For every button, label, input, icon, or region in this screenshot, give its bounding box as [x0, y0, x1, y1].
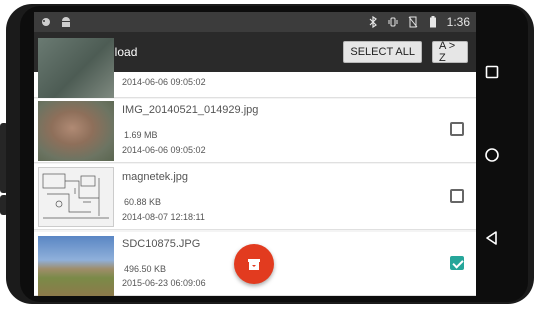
sort-button[interactable]: A > Z — [432, 40, 468, 64]
select-all-button[interactable]: SELECT ALL — [343, 41, 422, 63]
home-button[interactable] — [476, 139, 508, 171]
android-debug-icon — [60, 16, 72, 28]
file-date: 2014-08-07 12:18:11 — [122, 212, 205, 222]
recents-button[interactable] — [476, 56, 508, 88]
list-item[interactable]: 2014-06-06 09:05:02 — [34, 38, 476, 98]
navigation-bar — [476, 12, 508, 296]
file-date: 2014-06-06 09:05:02 — [122, 145, 206, 155]
file-date: 2014-06-06 09:05:02 — [122, 77, 206, 87]
vibrate-icon — [387, 16, 399, 28]
back-nav-button[interactable] — [476, 222, 508, 254]
file-name: magnetek.jpg — [122, 171, 189, 183]
device-frame: 1:36 Download SELECT ALL A > Z 2014-06-0… — [0, 0, 540, 310]
list-item[interactable]: IMG_20140521_014929.jpg 1.69 MB 2014-06-… — [34, 99, 476, 163]
file-name: IMG_20140521_014929.jpg — [122, 104, 259, 116]
back-triangle-icon — [486, 231, 497, 245]
recents-square-icon — [485, 65, 499, 79]
schematic-image — [42, 173, 109, 219]
file-thumbnail — [38, 38, 114, 98]
notification-icon — [40, 16, 52, 28]
file-thumbnail — [38, 236, 114, 296]
file-checkbox-checked[interactable] — [450, 256, 464, 270]
bluetooth-icon — [367, 16, 379, 28]
file-size: 1.69 MB — [124, 130, 158, 140]
list-item[interactable]: magnetek.jpg 60.88 KB 2014-08-07 12:18:1… — [34, 164, 476, 230]
file-checkbox[interactable] — [450, 189, 464, 203]
file-size: 60.88 KB — [124, 197, 162, 207]
status-time: 1:36 — [446, 15, 470, 29]
archive-fab-button[interactable] — [234, 244, 274, 284]
status-bar: 1:36 — [34, 12, 476, 32]
file-thumbnail — [38, 101, 114, 161]
file-name: SDC10875.JPG — [122, 238, 201, 250]
battery-icon — [427, 16, 439, 28]
file-date: 2015-06-23 06:09:06 — [122, 278, 206, 288]
home-circle-icon — [485, 148, 499, 162]
no-sim-icon — [407, 16, 419, 28]
file-checkbox[interactable] — [450, 122, 464, 136]
file-size: 496.50 KB — [124, 264, 167, 274]
screen: 1:36 Download SELECT ALL A > Z 2014-06-0… — [34, 12, 476, 296]
archive-box-icon — [248, 259, 260, 270]
file-thumbnail — [38, 167, 114, 227]
